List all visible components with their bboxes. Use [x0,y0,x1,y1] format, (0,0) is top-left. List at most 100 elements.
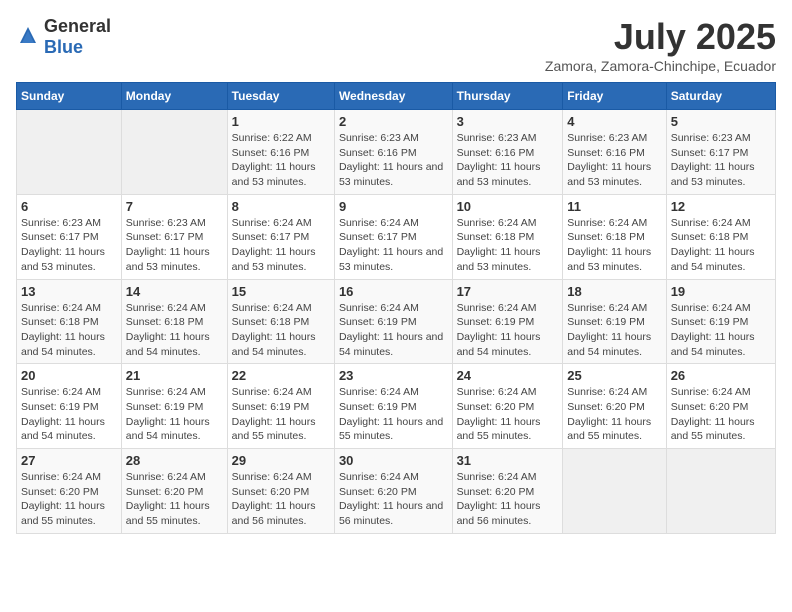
day-header-saturday: Saturday [666,83,775,110]
day-number: 23 [339,368,448,383]
day-header-wednesday: Wednesday [334,83,452,110]
calendar-header-row: SundayMondayTuesdayWednesdayThursdayFrid… [17,83,776,110]
day-number: 21 [126,368,223,383]
calendar-cell: 4 Sunrise: 6:23 AMSunset: 6:16 PMDaylight… [563,110,666,195]
day-info: Sunrise: 6:23 AMSunset: 6:16 PMDaylight:… [339,131,448,190]
day-number: 22 [232,368,330,383]
calendar-cell: 26Sunrise: 6:24 AMSunset: 6:20 PMDayligh… [666,364,775,449]
calendar-cell [563,449,666,534]
day-info: Sunrise: 6:24 AMSunset: 6:19 PMDaylight:… [339,385,448,444]
day-number: 16 [339,284,448,299]
day-info: Sunrise: 6:24 AMSunset: 6:20 PMDaylight:… [339,470,448,529]
day-header-tuesday: Tuesday [227,83,334,110]
calendar-cell: 23 Sunrise: 6:24 AMSunset: 6:19 PMDayligh… [334,364,452,449]
month-title: July 2025 [545,16,776,58]
day-info: Sunrise: 6:24 AMSunset: 6:18 PMDaylight:… [126,301,223,360]
logo-blue-text: Blue [44,37,83,57]
title-block: July 2025 Zamora, Zamora-Chinchipe, Ecua… [545,16,776,74]
day-number: 26 [671,368,771,383]
day-info: Sunrise: 6:24 AMSunset: 6:19 PMDaylight:… [339,301,448,360]
day-info: Sunrise: 6:24 AMSunset: 6:19 PMDaylight:… [457,301,559,360]
day-number: 5 [671,114,771,129]
calendar-cell: 10 Sunrise: 6:24 AMSunset: 6:18 PMDayligh… [452,194,563,279]
calendar-cell: 11 Sunrise: 6:24 AMSunset: 6:18 PMDayligh… [563,194,666,279]
day-number: 7 [126,199,223,214]
calendar-cell: 14 Sunrise: 6:24 AMSunset: 6:18 PMDayligh… [121,279,227,364]
day-info: Sunrise: 6:23 AMSunset: 6:17 PMDaylight:… [671,131,771,190]
day-info: Sunrise: 6:23 AMSunset: 6:17 PMDaylight:… [126,216,223,275]
calendar-cell: 27Sunrise: 6:24 AMSunset: 6:20 PMDayligh… [17,449,122,534]
day-info: Sunrise: 6:24 AMSunset: 6:20 PMDaylight:… [232,470,330,529]
calendar-cell: 31 Sunrise: 6:24 AMSunset: 6:20 PMDayligh… [452,449,563,534]
day-info: Sunrise: 6:24 AMSunset: 6:17 PMDaylight:… [232,216,330,275]
day-info: Sunrise: 6:24 AMSunset: 6:19 PMDaylight:… [232,385,330,444]
calendar-cell: 16 Sunrise: 6:24 AMSunset: 6:19 PMDayligh… [334,279,452,364]
day-info: Sunrise: 6:24 AMSunset: 6:19 PMDaylight:… [21,385,117,444]
calendar-week-5: 27Sunrise: 6:24 AMSunset: 6:20 PMDayligh… [17,449,776,534]
calendar-cell: 1 Sunrise: 6:22 AMSunset: 6:16 PMDaylight… [227,110,334,195]
calendar-week-1: 1 Sunrise: 6:22 AMSunset: 6:16 PMDaylight… [17,110,776,195]
day-info: Sunrise: 6:23 AMSunset: 6:16 PMDaylight:… [567,131,661,190]
calendar-cell: 29 Sunrise: 6:24 AMSunset: 6:20 PMDayligh… [227,449,334,534]
day-number: 2 [339,114,448,129]
logo: General Blue [16,16,111,58]
day-info: Sunrise: 6:24 AMSunset: 6:20 PMDaylight:… [126,470,223,529]
day-info: Sunrise: 6:23 AMSunset: 6:17 PMDaylight:… [21,216,117,275]
day-number: 10 [457,199,559,214]
calendar-week-3: 13 Sunrise: 6:24 AMSunset: 6:18 PMDayligh… [17,279,776,364]
day-info: Sunrise: 6:22 AMSunset: 6:16 PMDaylight:… [232,131,330,190]
day-number: 11 [567,199,661,214]
day-number: 14 [126,284,223,299]
calendar-cell: 5 Sunrise: 6:23 AMSunset: 6:17 PMDaylight… [666,110,775,195]
day-header-sunday: Sunday [17,83,122,110]
day-number: 1 [232,114,330,129]
day-number: 20 [21,368,117,383]
day-info: Sunrise: 6:23 AMSunset: 6:16 PMDaylight:… [457,131,559,190]
day-number: 9 [339,199,448,214]
day-info: Sunrise: 6:24 AMSunset: 6:19 PMDaylight:… [671,301,771,360]
day-header-thursday: Thursday [452,83,563,110]
day-number: 18 [567,284,661,299]
calendar-cell: 18 Sunrise: 6:24 AMSunset: 6:19 PMDayligh… [563,279,666,364]
day-number: 19 [671,284,771,299]
calendar-cell: 8 Sunrise: 6:24 AMSunset: 6:17 PMDaylight… [227,194,334,279]
day-number: 3 [457,114,559,129]
day-info: Sunrise: 6:24 AMSunset: 6:19 PMDaylight:… [567,301,661,360]
logo-icon [16,25,40,49]
day-info: Sunrise: 6:24 AMSunset: 6:20 PMDaylight:… [457,470,559,529]
logo-general-text: General [44,16,111,36]
calendar-cell: 9Sunrise: 6:24 AMSunset: 6:17 PMDaylight… [334,194,452,279]
calendar-cell: 2 Sunrise: 6:23 AMSunset: 6:16 PMDaylight… [334,110,452,195]
day-info: Sunrise: 6:24 AMSunset: 6:18 PMDaylight:… [567,216,661,275]
calendar-cell: 7 Sunrise: 6:23 AMSunset: 6:17 PMDaylight… [121,194,227,279]
calendar-cell: 3 Sunrise: 6:23 AMSunset: 6:16 PMDaylight… [452,110,563,195]
calendar-cell: 19 Sunrise: 6:24 AMSunset: 6:19 PMDayligh… [666,279,775,364]
day-number: 13 [21,284,117,299]
calendar-cell: 28Sunrise: 6:24 AMSunset: 6:20 PMDayligh… [121,449,227,534]
day-info: Sunrise: 6:24 AMSunset: 6:20 PMDaylight:… [21,470,117,529]
calendar-cell: 12 Sunrise: 6:24 AMSunset: 6:18 PMDayligh… [666,194,775,279]
calendar-cell: 15Sunrise: 6:24 AMSunset: 6:18 PMDayligh… [227,279,334,364]
calendar-cell: 24Sunrise: 6:24 AMSunset: 6:20 PMDayligh… [452,364,563,449]
day-info: Sunrise: 6:24 AMSunset: 6:18 PMDaylight:… [457,216,559,275]
day-header-friday: Friday [563,83,666,110]
day-number: 17 [457,284,559,299]
day-number: 8 [232,199,330,214]
day-info: Sunrise: 6:24 AMSunset: 6:20 PMDaylight:… [457,385,559,444]
calendar-cell: 21 Sunrise: 6:24 AMSunset: 6:19 PMDayligh… [121,364,227,449]
day-number: 6 [21,199,117,214]
day-number: 12 [671,199,771,214]
day-number: 4 [567,114,661,129]
day-info: Sunrise: 6:24 AMSunset: 6:19 PMDaylight:… [126,385,223,444]
calendar-cell [121,110,227,195]
day-number: 31 [457,453,559,468]
day-info: Sunrise: 6:24 AMSunset: 6:18 PMDaylight:… [671,216,771,275]
calendar-week-2: 6 Sunrise: 6:23 AMSunset: 6:17 PMDaylight… [17,194,776,279]
calendar-cell: 6 Sunrise: 6:23 AMSunset: 6:17 PMDaylight… [17,194,122,279]
calendar-cell [666,449,775,534]
calendar-cell: 17 Sunrise: 6:24 AMSunset: 6:19 PMDayligh… [452,279,563,364]
day-number: 29 [232,453,330,468]
day-number: 25 [567,368,661,383]
day-info: Sunrise: 6:24 AMSunset: 6:20 PMDaylight:… [567,385,661,444]
page-header: General Blue July 2025 Zamora, Zamora-Ch… [16,16,776,74]
